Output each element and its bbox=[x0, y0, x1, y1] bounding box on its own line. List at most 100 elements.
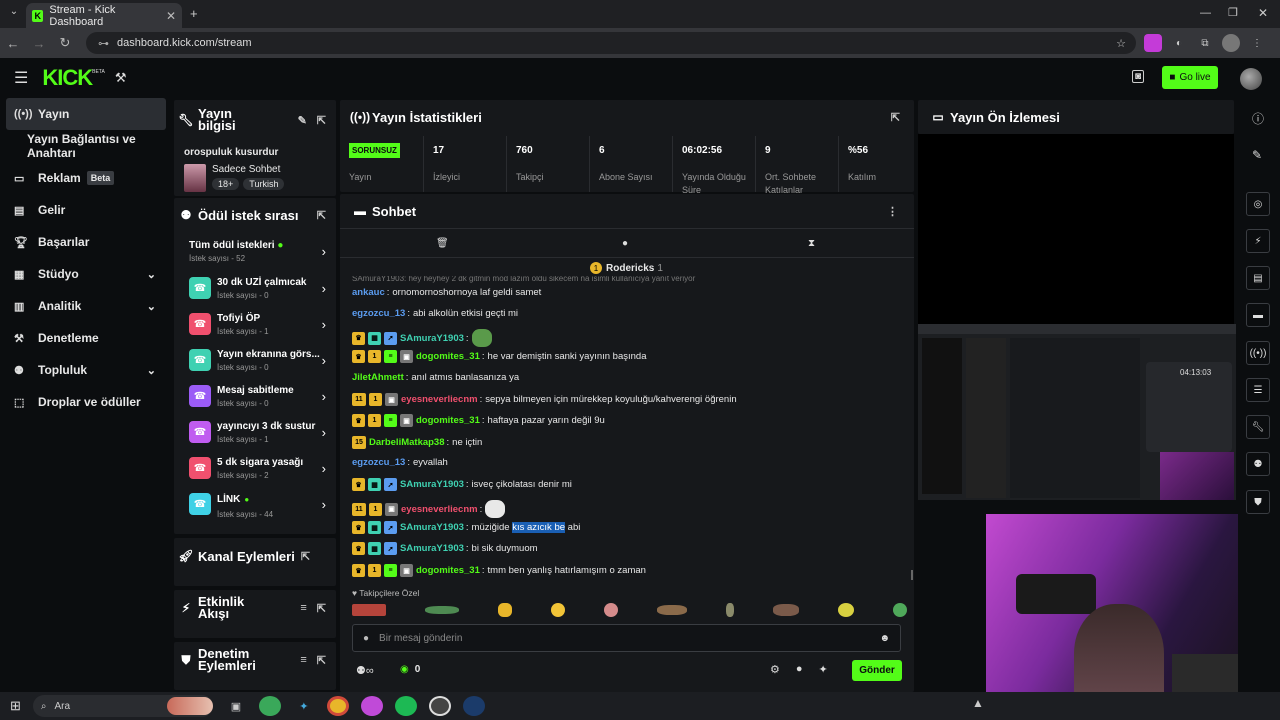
task-view-icon[interactable]: ▣ bbox=[225, 696, 247, 716]
popout-icon[interactable]: ⇱ bbox=[891, 111, 900, 124]
forward-icon[interactable]: → bbox=[26, 36, 52, 51]
emote[interactable] bbox=[773, 604, 799, 616]
badge-icon[interactable]: ≡ bbox=[384, 350, 397, 363]
sidebar-item-reklam[interactable]: ▭ Reklam Beta bbox=[0, 162, 172, 194]
tray-icon[interactable]: ▲ bbox=[972, 696, 984, 710]
hamburger-icon[interactable]: ☰ bbox=[14, 68, 28, 88]
chat-username[interactable]: SAmuraY1903 bbox=[400, 333, 464, 344]
badge-icon[interactable]: ▣ bbox=[385, 502, 398, 516]
back-icon[interactable]: ← bbox=[0, 36, 26, 51]
badge-icon[interactable]: ▦ bbox=[368, 542, 381, 555]
wrench-icon[interactable]: 🔧︎ bbox=[1246, 415, 1270, 439]
filter-icon[interactable]: ≡ bbox=[300, 602, 306, 615]
badge-icon[interactable]: ≡ bbox=[384, 414, 397, 427]
emote[interactable] bbox=[485, 500, 506, 518]
sidebar-item-stream-key[interactable]: Yayın Bağlantısı ve Anahtarı bbox=[0, 130, 172, 162]
puzzle-icon[interactable]: ✦ bbox=[819, 663, 828, 676]
camera-icon[interactable]: ◎ bbox=[1246, 192, 1270, 216]
notes-icon[interactable]: ▤ bbox=[1246, 266, 1270, 290]
send-button[interactable]: Gönder bbox=[852, 660, 902, 681]
badge-icon[interactable]: ▣ bbox=[385, 393, 398, 406]
chat-username[interactable]: SAmuraY1903 bbox=[400, 479, 464, 490]
popout-icon[interactable]: ⇱ bbox=[317, 209, 326, 222]
reward-icon[interactable]: ⚉ bbox=[1246, 452, 1270, 476]
chat-username[interactable]: egzozcu_13 bbox=[352, 457, 405, 468]
badge-icon[interactable]: ▣ bbox=[400, 350, 413, 363]
emote[interactable] bbox=[471, 329, 492, 347]
extension-icon[interactable]: ◐ bbox=[1170, 34, 1188, 52]
badge-icon[interactable]: ♛ bbox=[352, 478, 365, 491]
chat-username[interactable]: ankauc bbox=[352, 287, 385, 298]
badge-icon[interactable]: 1 bbox=[369, 393, 382, 406]
url-field[interactable]: ⊶ dashboard.kick.com/stream ☆ bbox=[86, 32, 1136, 54]
badge-icon[interactable]: ▣ bbox=[400, 564, 413, 577]
app-icon[interactable]: ✦ bbox=[293, 696, 315, 716]
badge-icon[interactable]: ➚ bbox=[384, 542, 397, 555]
popout-icon[interactable]: ⇱ bbox=[301, 550, 310, 563]
hourglass-icon[interactable]: ⧗ bbox=[808, 238, 815, 249]
pinned-user[interactable]: 1 Rodericks 1 bbox=[590, 262, 663, 274]
emote[interactable] bbox=[551, 603, 565, 617]
menu-dots-icon[interactable]: ⋮ bbox=[1248, 34, 1266, 52]
chat-bubble-icon[interactable]: ● bbox=[796, 663, 803, 676]
chat-username[interactable]: eyesneverliecnm bbox=[401, 394, 478, 405]
window-close-icon[interactable]: ✕ bbox=[1258, 6, 1268, 20]
sidebar-item-denetleme[interactable]: ⚒ Denetleme bbox=[0, 322, 172, 354]
sidebar-item-analitik[interactable]: ▥ Analitik ⌄ bbox=[0, 290, 172, 322]
minimize-icon[interactable]: — bbox=[1200, 7, 1211, 19]
popout-icon[interactable]: ⇱ bbox=[317, 114, 326, 127]
emote[interactable] bbox=[893, 603, 907, 617]
badge-icon[interactable]: ▦ bbox=[368, 521, 381, 534]
sidebar-item-basarilar[interactable]: 🏆︎ Başarılar bbox=[0, 226, 172, 258]
app-icon[interactable] bbox=[258, 696, 281, 716]
chat-username[interactable]: JiletAhmett bbox=[352, 372, 404, 383]
badge-icon[interactable]: 1 bbox=[368, 350, 381, 363]
windows-start-icon[interactable]: ⊞ bbox=[10, 698, 21, 714]
extension-icon[interactable] bbox=[1144, 34, 1162, 52]
emoji-icon[interactable]: ☻ bbox=[879, 633, 890, 644]
chat-username[interactable]: dogomites_31 bbox=[416, 415, 480, 426]
app-icon[interactable] bbox=[360, 696, 383, 716]
emote[interactable] bbox=[425, 606, 459, 614]
chat-username[interactable]: DarbeliMatkap38 bbox=[369, 437, 445, 448]
chat-username[interactable]: eyesneverliecnm bbox=[401, 504, 478, 515]
badge-icon[interactable]: ≡ bbox=[384, 564, 397, 577]
reward-item[interactable]: ☎ 5 dk sigara yasağı İstek sayısı - 2 › bbox=[174, 450, 336, 486]
all-rewards-item[interactable]: Tüm ödül istekleri ● İstek sayısı - 52 › bbox=[174, 232, 336, 270]
badge-icon[interactable]: ▦ bbox=[368, 331, 381, 345]
badge-icon[interactable]: ♛ bbox=[352, 414, 365, 427]
pencil-icon[interactable]: ✎ bbox=[1252, 148, 1262, 162]
badge-icon[interactable]: 11 bbox=[352, 502, 366, 516]
close-tab-icon[interactable]: ✕ bbox=[166, 9, 176, 23]
badge-icon[interactable]: 1 bbox=[368, 564, 381, 577]
sidebar-item-gelir[interactable]: ▤ Gelir bbox=[0, 194, 172, 226]
filter-icon[interactable]: ≡ bbox=[300, 654, 306, 667]
profile-avatar[interactable] bbox=[1222, 34, 1240, 52]
chat-icon[interactable]: ▬ bbox=[1246, 303, 1270, 327]
chat-username[interactable]: SAmuraY1903 bbox=[400, 522, 464, 533]
sidebar-item-droplar[interactable]: ⬚ Droplar ve ödüller bbox=[0, 386, 172, 418]
chrome-icon[interactable] bbox=[326, 696, 349, 716]
sidebar-item-studyo[interactable]: ▦ Stüdyo ⌄ bbox=[0, 258, 172, 290]
badge-icon[interactable]: ➚ bbox=[384, 521, 397, 534]
badge-icon[interactable]: ➚ bbox=[384, 478, 397, 491]
site-info-icon[interactable]: ⊶ bbox=[98, 37, 109, 50]
badge-icon[interactable]: ▣ bbox=[400, 414, 413, 427]
more-options-icon[interactable]: ⋮ bbox=[887, 205, 898, 218]
shield-icon[interactable]: ⛊ bbox=[1246, 490, 1270, 514]
badge-icon[interactable]: ♛ bbox=[352, 564, 365, 577]
chat-username[interactable]: SAmuraY1903 bbox=[400, 543, 464, 554]
emote[interactable] bbox=[352, 604, 386, 616]
reward-item[interactable]: ☎ Tofiyi ÖP İstek sayısı - 1 › bbox=[174, 306, 336, 342]
chat-input[interactable]: ● Bir mesaj gönderin ☻ bbox=[352, 624, 901, 652]
badge-icon[interactable]: ➚ bbox=[384, 331, 397, 345]
emote[interactable] bbox=[726, 603, 734, 617]
puzzle-icon[interactable]: ⧉ bbox=[1196, 34, 1214, 52]
reload-icon[interactable]: ↻ bbox=[52, 35, 78, 51]
chat-bubble-icon[interactable]: ● bbox=[622, 238, 628, 249]
bookmark-star-icon[interactable]: ☆ bbox=[1116, 37, 1126, 50]
badge-icon[interactable]: 11 bbox=[352, 393, 366, 406]
reward-item[interactable]: ☎ 30 dk UZİ çalmıcak İstek sayısı - 0 › bbox=[174, 270, 336, 306]
new-tab-icon[interactable]: + bbox=[190, 6, 198, 21]
emote[interactable] bbox=[498, 603, 512, 617]
